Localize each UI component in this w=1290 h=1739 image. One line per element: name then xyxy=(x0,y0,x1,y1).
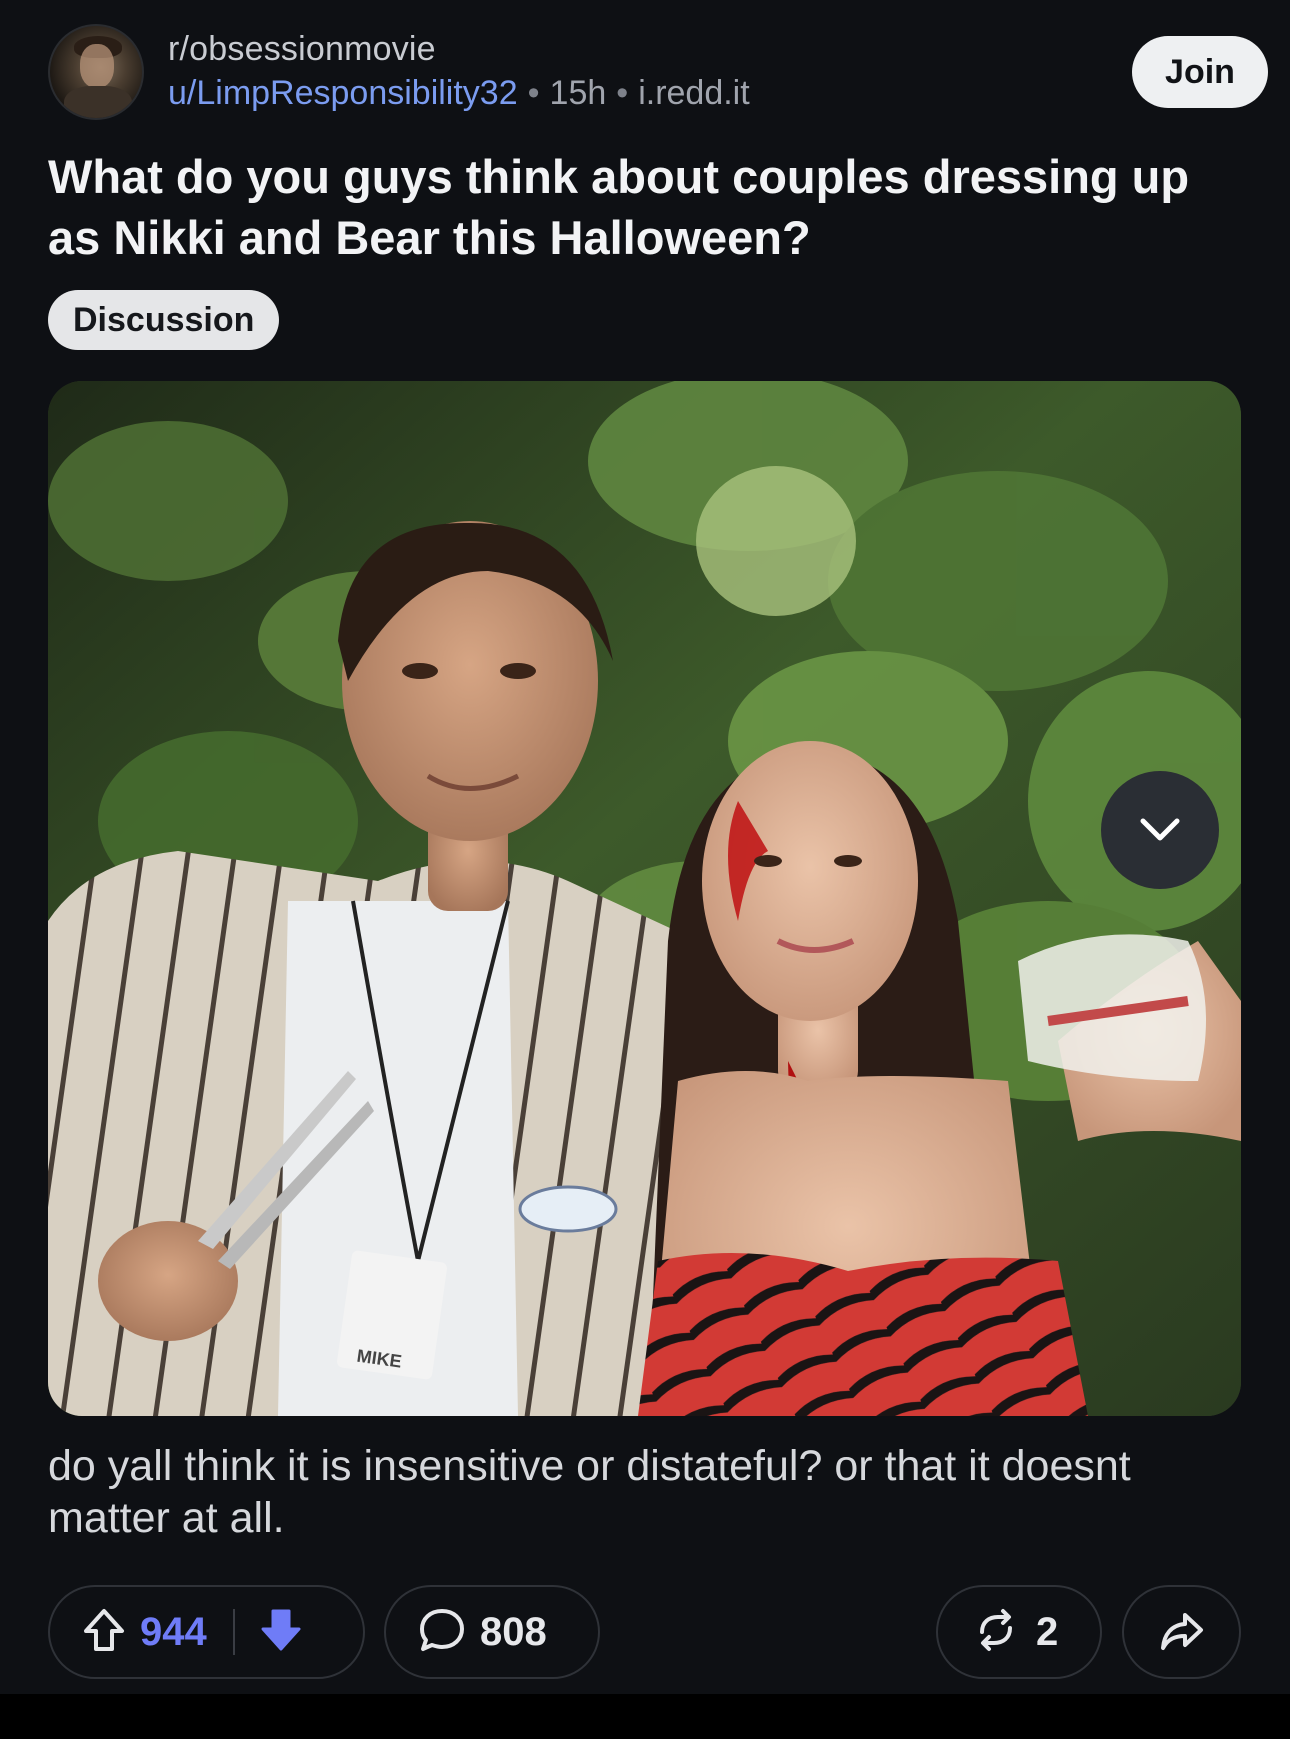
chevron-down-icon xyxy=(1140,818,1180,841)
costume-photo: MIKE xyxy=(48,381,1241,1416)
post-flair[interactable]: Discussion xyxy=(48,290,280,350)
subreddit-name[interactable]: r/obsessionmovie xyxy=(168,30,436,69)
post-image[interactable]: MIKE xyxy=(48,381,1241,1416)
arrow-down-filled-icon xyxy=(261,1609,301,1650)
post-domain[interactable]: i.redd.it xyxy=(638,74,750,112)
arrow-up-outline-icon xyxy=(84,1608,124,1651)
post-body: do yall think it is insensitive or dista… xyxy=(48,1442,1131,1542)
crosspost-arrows-icon xyxy=(980,1608,1012,1651)
meta-separator: • xyxy=(616,74,629,112)
post-age: 15h xyxy=(549,74,607,112)
upvote-button[interactable] xyxy=(82,1607,126,1658)
post-title[interactable]: What do you guys think about couples dre… xyxy=(48,146,1248,268)
share-button[interactable] xyxy=(1122,1585,1241,1679)
post-header: r/obsessionmovie u/LimpResponsibility32 •… xyxy=(48,24,1268,120)
collapse-button[interactable] xyxy=(1101,771,1219,889)
crosspost-button[interactable]: 2 xyxy=(936,1585,1102,1679)
crosspost-count: 2 xyxy=(1036,1609,1059,1654)
upvote-count: 944 xyxy=(140,1609,207,1654)
vote-divider xyxy=(232,1609,235,1655)
speech-bubble-icon xyxy=(420,1608,464,1651)
meta-separator: • xyxy=(527,74,540,112)
comment-count: 808 xyxy=(480,1609,547,1654)
downvote-button[interactable] xyxy=(259,1607,303,1658)
comment-icon-wrap xyxy=(418,1607,466,1658)
vote-control: 944 xyxy=(48,1585,365,1679)
author-link[interactable]: u/LimpResponsibility32 xyxy=(168,74,518,112)
post-actions: 944 808 2 xyxy=(48,1585,1241,1679)
subreddit-avatar[interactable] xyxy=(48,24,144,120)
avatar-face xyxy=(80,44,114,88)
share-arrow-icon xyxy=(1160,1613,1203,1650)
join-button[interactable]: Join xyxy=(1132,36,1268,108)
bottom-edge-bar xyxy=(0,1694,1290,1739)
comments-button[interactable]: 808 xyxy=(384,1585,600,1679)
crosspost-icon-wrap xyxy=(974,1608,1018,1657)
post-meta: u/LimpResponsibility32 • 15h • i.redd.it xyxy=(168,74,750,113)
avatar-body xyxy=(64,86,132,118)
